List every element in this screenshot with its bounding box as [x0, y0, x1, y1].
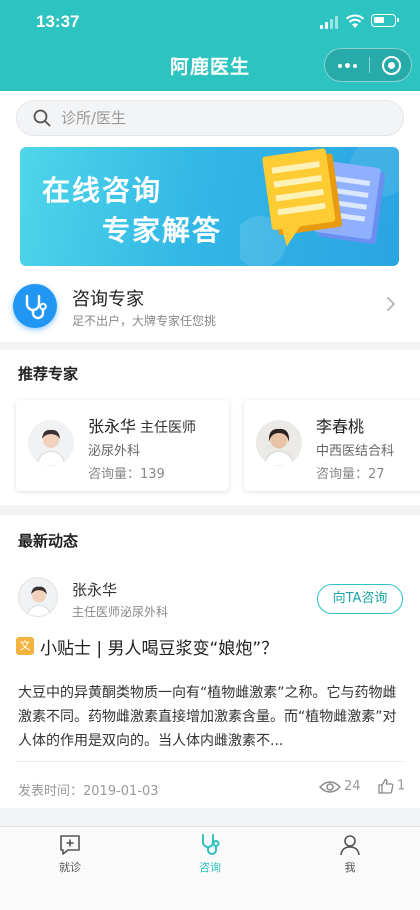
- stethoscope-icon: [13, 284, 57, 328]
- expert-consult-count: 咨询量：139: [88, 467, 165, 482]
- search-input[interactable]: [61, 101, 381, 135]
- section-title-experts: 推荐专家: [18, 365, 79, 383]
- consult-expert-row[interactable]: 咨询专家 足不出户，大牌专家任您挑: [0, 272, 420, 342]
- expert-name-line: 李春桃: [316, 413, 368, 437]
- tab-label: 咨询: [199, 861, 221, 874]
- signal-icon: [320, 15, 340, 29]
- capsule-divider: [369, 57, 370, 73]
- expert-name: 李春桃: [316, 417, 365, 436]
- banner-line1: 在线咨询: [42, 174, 163, 207]
- divider: [16, 761, 404, 762]
- chat-bubbles-illustration: [240, 147, 399, 266]
- tab-visit[interactable]: 就诊: [20, 833, 120, 875]
- tab-label: 就诊: [59, 861, 81, 874]
- consult-author-button[interactable]: 向TA咨询: [317, 584, 403, 614]
- user-icon: [340, 835, 360, 856]
- expert-name-line: 张永华 主任医师: [88, 413, 196, 437]
- consult-title: 咨询专家: [72, 289, 144, 310]
- consult-subtitle: 足不出户，大牌专家任您挑: [72, 314, 217, 328]
- views-value: 24: [344, 779, 361, 794]
- battery-icon: [371, 14, 399, 27]
- tab-label: 我: [344, 861, 356, 874]
- expert-card[interactable]: 张永华 主任医师 泌尿外科 咨询量：139: [16, 400, 229, 491]
- post-title[interactable]: 小贴士 | 男人喝豆浆变“娘炮”？: [40, 634, 278, 659]
- eye-icon: [318, 780, 342, 793]
- expert-consult-count: 咨询量：27: [316, 467, 385, 482]
- expert-name: 张永华: [88, 417, 137, 436]
- search-bar[interactable]: [16, 100, 404, 136]
- recommended-experts: 推荐专家 张永华 主任医师 泌尿外科 咨询量：139 李春桃 中西医结合科 咨询量…: [0, 350, 420, 505]
- post-date: 发表时间：2019-01-03: [18, 784, 159, 799]
- tab-consult[interactable]: 咨询: [160, 833, 260, 875]
- expert-dept: 中西医结合科: [316, 444, 395, 459]
- more-icon[interactable]: [325, 49, 369, 81]
- likes-value: 1: [397, 778, 406, 794]
- plus-chat-icon: [60, 835, 80, 855]
- section-title-news: 最新动态: [18, 532, 79, 550]
- search-icon: [33, 109, 51, 127]
- views-count: 24: [318, 779, 361, 794]
- doctor-avatar: [256, 420, 302, 466]
- chevron-right-icon: [387, 297, 396, 311]
- miniapp-capsule: [324, 48, 412, 82]
- expert-title: 主任医师: [140, 420, 197, 436]
- expert-dept: 泌尿外科: [88, 444, 141, 459]
- status-bar: 13:37: [0, 0, 420, 44]
- author-avatar[interactable]: [18, 577, 58, 617]
- close-miniapp-icon[interactable]: [382, 56, 401, 75]
- stethoscope-icon: [202, 834, 220, 855]
- status-time: 13:37: [36, 12, 80, 31]
- article-tag-badge: 文: [16, 637, 34, 655]
- latest-news: 最新动态 张永华 主任医师泌尿外科 向TA咨询 文 小贴士 | 男人喝豆浆变“娘…: [0, 515, 420, 808]
- like-button[interactable]: 1: [378, 778, 405, 794]
- tab-me[interactable]: 我: [300, 833, 400, 875]
- author-title: 主任医师泌尿外科: [72, 605, 169, 619]
- top-bar: 13:37 阿鹿医生: [0, 0, 420, 91]
- thumbs-up-icon: [378, 778, 394, 794]
- bottom-tab-bar: 就诊 咨询 我: [0, 826, 420, 910]
- post-excerpt[interactable]: 大豆中的异黄酮类物质一向有“植物雌激素”之称。它与药物雌激素不同。药物雌激素直接…: [18, 681, 402, 753]
- expert-card[interactable]: 李春桃 中西医结合科 咨询量：27: [244, 400, 420, 491]
- banner-line2: 专家解答: [102, 214, 223, 247]
- author-name: 张永华: [72, 581, 118, 599]
- doctor-avatar: [28, 420, 74, 466]
- consult-banner[interactable]: 在线咨询 专家解答: [20, 147, 399, 266]
- wifi-icon: [345, 14, 365, 28]
